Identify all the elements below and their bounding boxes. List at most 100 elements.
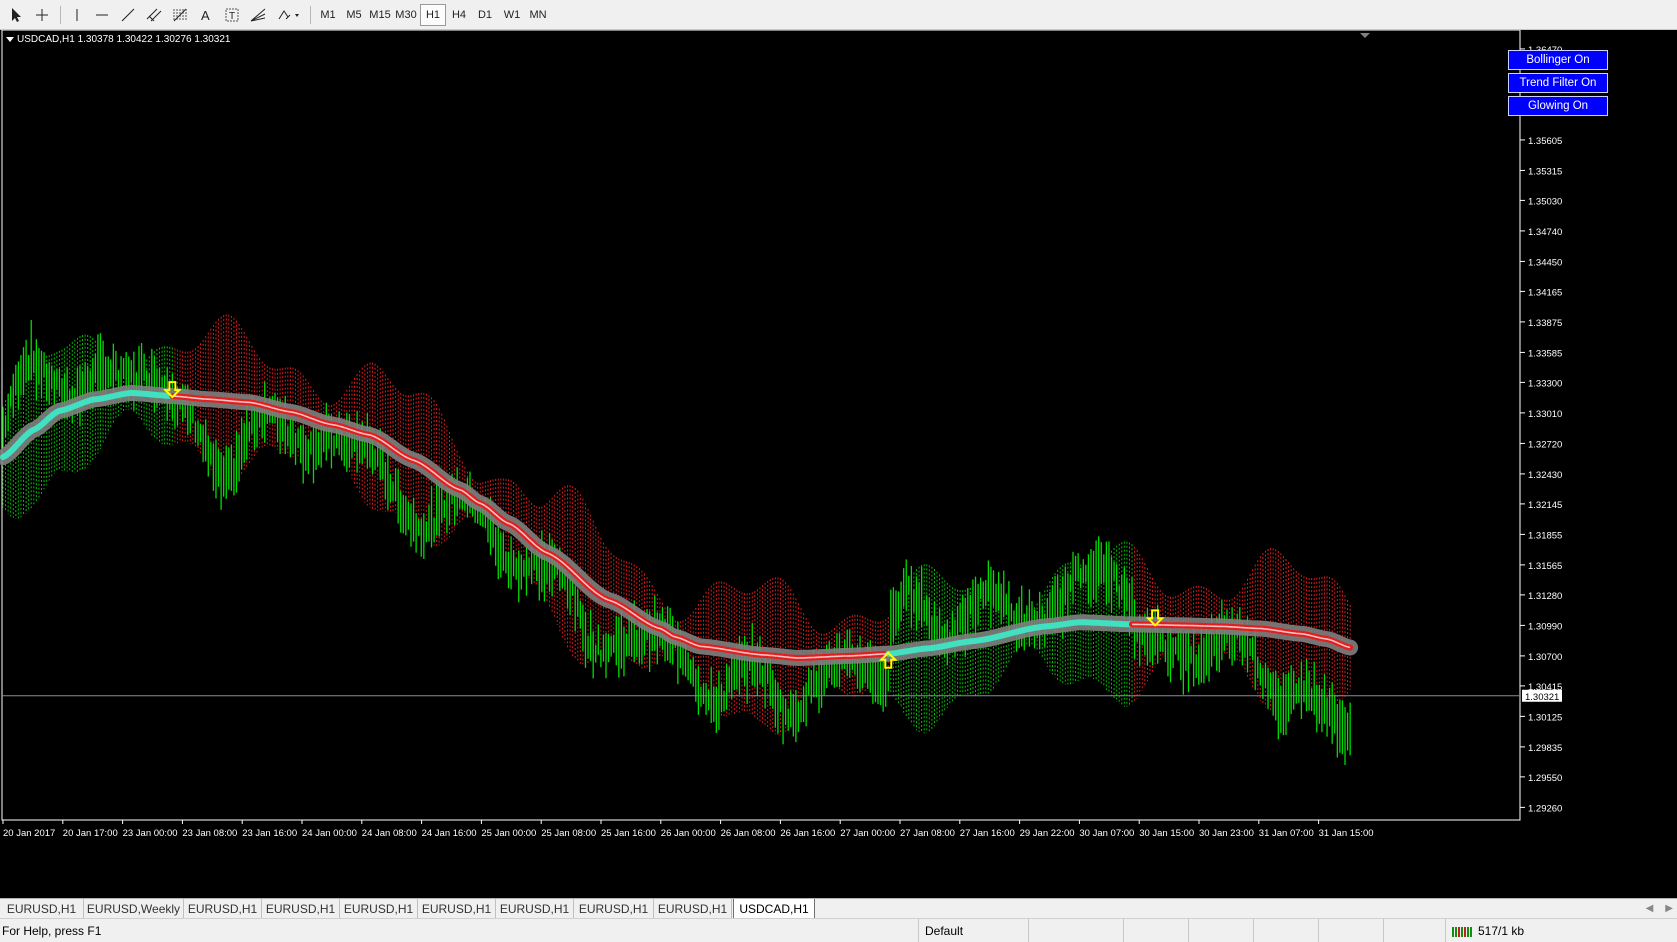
help-text: For Help, press F1 — [2, 923, 102, 938]
timeframe-m30-button[interactable]: M30 — [393, 4, 419, 26]
chart-tab[interactable]: EURUSD,H1 — [262, 899, 340, 918]
timeframe-m5-button[interactable]: M5 — [341, 4, 367, 26]
svg-text:A: A — [201, 8, 210, 23]
status-cell-empty — [1383, 919, 1445, 942]
chart-shift-marker-icon — [1360, 33, 1370, 38]
y-tick-label: 1.32720 — [1528, 439, 1562, 450]
toolbar-separator — [310, 6, 311, 24]
price-chart[interactable]: 1.364701.361801.358951.356051.353151.350… — [0, 30, 1677, 898]
y-tick-label: 1.34450 — [1528, 257, 1562, 268]
y-tick-label: 1.35315 — [1528, 166, 1562, 177]
timeframe-d1-button[interactable]: D1 — [472, 4, 498, 26]
chart-tab[interactable]: EURUSD,H1 — [0, 899, 84, 918]
chart-tab[interactable]: EURUSD,Weekly — [84, 899, 184, 918]
x-tick-label: 23 Jan 08:00 — [182, 828, 237, 839]
chart-tab[interactable]: EURUSD,H1 — [184, 899, 262, 918]
timeframe-h1-button[interactable]: H1 — [420, 4, 446, 26]
current-price-label: 1.30321 — [1525, 692, 1559, 703]
status-bar: For Help, press F1 Default 517/1 kb — [0, 918, 1677, 942]
y-tick-label: 1.29835 — [1528, 743, 1562, 754]
bollinger-toggle-button[interactable]: Bollinger On — [1508, 50, 1608, 70]
chart-tab[interactable]: EURUSD,H1 — [418, 899, 496, 918]
x-tick-label: 20 Jan 2017 — [3, 828, 55, 839]
x-tick-label: 30 Jan 07:00 — [1079, 828, 1134, 839]
y-tick-label: 1.30990 — [1528, 621, 1562, 632]
svg-text:T: T — [229, 11, 235, 22]
glowing-toggle-button[interactable]: Glowing On — [1508, 96, 1608, 116]
timeframe-m1-button[interactable]: M1 — [315, 4, 341, 26]
y-tick-label: 1.29260 — [1528, 803, 1562, 814]
x-tick-label: 25 Jan 08:00 — [541, 828, 596, 839]
profile-name: Default — [918, 919, 1028, 942]
tab-scroll-left-icon[interactable]: ◀ — [1646, 903, 1654, 914]
chart-tab[interactable]: EURUSD,H1 — [340, 899, 418, 918]
crosshair-icon[interactable] — [30, 4, 54, 26]
fibonacci-retracement-icon[interactable] — [169, 4, 191, 26]
horizontal-line-icon[interactable] — [91, 4, 113, 26]
timeframe-h4-button[interactable]: H4 — [446, 4, 472, 26]
y-tick-label: 1.29550 — [1528, 773, 1562, 784]
equidistant-channel-icon[interactable] — [143, 4, 165, 26]
x-tick-label: 27 Jan 00:00 — [840, 828, 895, 839]
cursor-icon[interactable] — [4, 4, 28, 26]
x-tick-label: 31 Jan 15:00 — [1319, 828, 1374, 839]
status-cell-empty — [1318, 919, 1383, 942]
x-tick-label: 25 Jan 00:00 — [481, 828, 536, 839]
toolbar-separator — [60, 6, 61, 24]
y-tick-label: 1.33875 — [1528, 318, 1562, 329]
status-cell-empty — [1253, 919, 1318, 942]
x-tick-label: 26 Jan 16:00 — [780, 828, 835, 839]
y-tick-label: 1.32145 — [1528, 500, 1562, 511]
y-tick-label: 1.32430 — [1528, 470, 1562, 481]
timeframe-mn-button[interactable]: MN — [525, 4, 551, 26]
x-tick-label: 30 Jan 23:00 — [1199, 828, 1254, 839]
chart-tab[interactable]: EURUSD,H1 — [496, 899, 574, 918]
bars-layer — [2, 320, 1351, 765]
text-label-icon[interactable]: T — [221, 4, 243, 26]
status-cell-empty — [1188, 919, 1253, 942]
chart-menu-arrow-icon[interactable] — [6, 36, 14, 42]
tab-scroll-right-icon[interactable]: ▶ — [1665, 903, 1673, 914]
y-tick-label: 1.31855 — [1528, 530, 1562, 541]
x-tick-label: 27 Jan 08:00 — [900, 828, 955, 839]
x-tick-label: 26 Jan 08:00 — [721, 828, 776, 839]
y-tick-label: 1.33300 — [1528, 378, 1562, 389]
y-tick-label: 1.34740 — [1528, 227, 1562, 238]
text-icon[interactable]: A — [196, 4, 216, 26]
x-tick-label: 29 Jan 22:00 — [1020, 828, 1075, 839]
chart-window[interactable]: 1.364701.361801.358951.356051.353151.350… — [0, 30, 1677, 898]
shapes-menu-icon[interactable] — [274, 4, 304, 26]
x-tick-label: 27 Jan 16:00 — [960, 828, 1015, 839]
x-tick-label: 24 Jan 08:00 — [362, 828, 417, 839]
y-tick-label: 1.31565 — [1528, 561, 1562, 572]
x-tick-label: 24 Jan 16:00 — [422, 828, 477, 839]
y-tick-label: 1.30125 — [1528, 712, 1562, 723]
y-tick-label: 1.34165 — [1528, 287, 1562, 298]
symbol-info-line: USDCAD,H1 1.30378 1.30422 1.30276 1.3032… — [17, 34, 231, 45]
band-layer — [2, 314, 1351, 735]
vertical-line-icon[interactable] — [66, 4, 88, 26]
plot-frame — [1, 30, 1521, 821]
x-axis: 20 Jan 2017 20 Jan 17:00 23 Jan 00:00 23 Ja… — [2, 820, 1374, 839]
y-tick-label: 1.30700 — [1528, 652, 1562, 663]
chart-tab[interactable]: EURUSD,H1 — [574, 899, 654, 918]
chart-tab-active[interactable]: USDCAD,H1 — [733, 899, 815, 919]
chart-tab[interactable]: EURUSD,H1 — [654, 899, 732, 918]
y-tick-label: 1.35030 — [1528, 196, 1562, 207]
fibonacci-fan-icon[interactable] — [247, 4, 269, 26]
trend-line-icon[interactable] — [117, 4, 139, 26]
x-tick-label: 20 Jan 17:00 — [63, 828, 118, 839]
y-tick-label: 1.35605 — [1528, 136, 1562, 147]
toolbar: A T M1 M5 M15 M30 H1 H4 D1 W1 MN — [0, 0, 1677, 30]
status-cell-empty — [1123, 919, 1188, 942]
timeframe-m15-button[interactable]: M15 — [367, 4, 393, 26]
x-tick-label: 23 Jan 16:00 — [242, 828, 297, 839]
connection-status-icon — [1452, 926, 1472, 937]
x-tick-label: 25 Jan 16:00 — [601, 828, 656, 839]
x-tick-label: 23 Jan 00:00 — [123, 828, 178, 839]
x-tick-label: 30 Jan 15:00 — [1139, 828, 1194, 839]
trend-filter-toggle-button[interactable]: Trend Filter On — [1508, 73, 1608, 93]
timeframe-w1-button[interactable]: W1 — [499, 4, 525, 26]
y-tick-label: 1.33585 — [1528, 348, 1562, 359]
y-tick-label: 1.33010 — [1528, 409, 1562, 420]
